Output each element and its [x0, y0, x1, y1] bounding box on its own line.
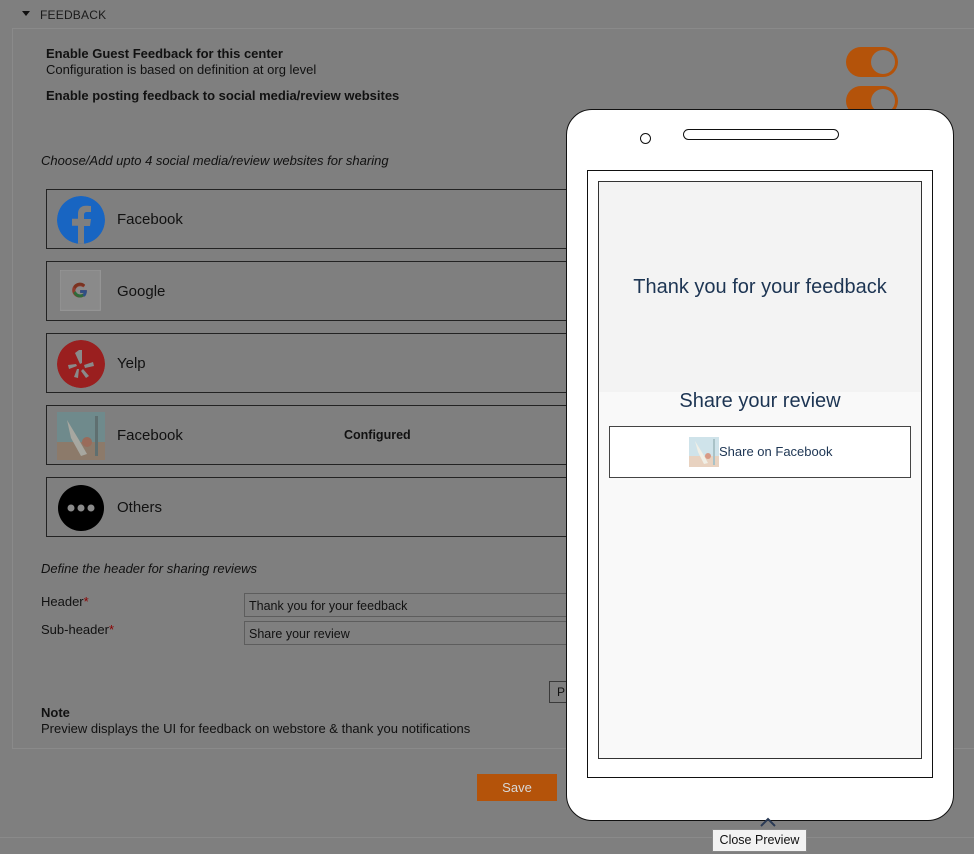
preview-title: Thank you for your feedback — [633, 276, 887, 298]
preview-subtitle: Share your review — [679, 390, 841, 412]
google-icon — [60, 270, 101, 311]
header-input[interactable]: Thank you for your feedback — [244, 593, 574, 617]
site-row-facebook[interactable]: Facebook — [46, 189, 586, 249]
phone-camera — [640, 133, 651, 144]
phone-screen: Thank you for your feedback Share your r… — [587, 170, 933, 778]
note-text: Preview displays the UI for feedback on … — [41, 721, 471, 736]
guest-feedback-label: Enable Guest Feedback for this center — [46, 46, 283, 61]
share-on-facebook-button[interactable]: Share on Facebook — [609, 426, 911, 478]
site-label: Google — [117, 283, 166, 300]
subheader-field-label: Sub-header* — [41, 622, 115, 637]
note-title: Note — [41, 705, 70, 720]
header-field-label: Header* — [41, 594, 89, 609]
divider — [0, 837, 974, 838]
site-row-others[interactable]: Others — [46, 477, 586, 537]
more-icon — [58, 485, 104, 531]
yelp-icon — [57, 340, 105, 388]
section-title: FEEDBACK — [40, 8, 107, 22]
close-preview-button[interactable]: Close Preview — [712, 829, 807, 852]
chevron-up-icon[interactable] — [760, 817, 776, 827]
site-label: Facebook — [117, 211, 183, 228]
site-row-google[interactable]: Google — [46, 261, 586, 321]
header-instruction: Define the header for sharing reviews — [41, 561, 258, 576]
preview-hero: Thank you for your feedback — [599, 182, 921, 392]
site-label: Others — [117, 499, 163, 516]
guest-feedback-description: Configuration is based on definition at … — [46, 62, 317, 77]
toggle-knob — [871, 50, 895, 74]
configured-status: Configured — [344, 428, 411, 442]
feedback-section-header[interactable]: FEEDBACK — [0, 0, 974, 28]
caret-down-icon[interactable] — [22, 11, 30, 16]
phone-speaker — [683, 129, 839, 140]
save-button[interactable]: Save — [477, 774, 557, 801]
preview-screen-content: Thank you for your feedback Share your r… — [598, 181, 922, 759]
custom-image-icon — [689, 437, 719, 467]
share-button-label: Share on Facebook — [719, 444, 833, 459]
guest-feedback-toggle[interactable] — [846, 47, 898, 77]
facebook-icon — [57, 196, 105, 244]
site-label: Yelp — [117, 355, 146, 372]
custom-image-icon — [57, 412, 105, 460]
subheader-input[interactable]: Share your review — [244, 621, 574, 645]
site-row-yelp[interactable]: Yelp — [46, 333, 586, 393]
site-row-facebook-configured[interactable]: Facebook Configured — [46, 405, 586, 465]
phone-preview: Thank you for your feedback Share your r… — [566, 109, 954, 821]
sites-instruction: Choose/Add upto 4 social media/review we… — [41, 153, 389, 168]
site-label: Facebook — [117, 427, 183, 444]
social-posting-label: Enable posting feedback to social media/… — [46, 88, 400, 103]
